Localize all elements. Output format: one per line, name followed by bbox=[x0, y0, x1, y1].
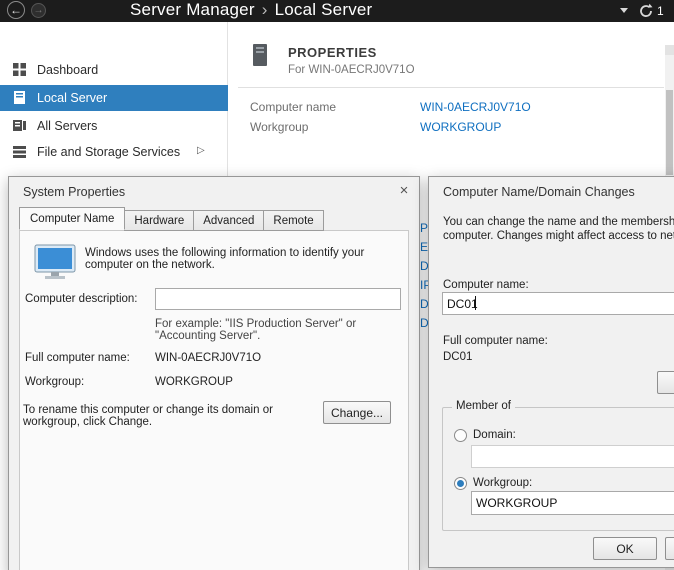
server-manager-window: ← → Server Manager › Local Server 1 Dashbo… bbox=[0, 0, 674, 570]
computer-name-label: Computer name bbox=[250, 100, 336, 114]
domain-radio[interactable] bbox=[454, 429, 467, 442]
server-icon bbox=[13, 91, 26, 107]
properties-panel-title: PROPERTIES bbox=[288, 45, 377, 60]
domain-radio-label: Domain: bbox=[473, 429, 516, 441]
back-button[interactable]: ← bbox=[7, 1, 25, 19]
properties-panel-subtitle: For WIN-0AECRJ0V71O bbox=[288, 64, 415, 76]
sidebar-item-dashboard[interactable]: Dashboard bbox=[0, 57, 228, 83]
full-computer-name-value: DC01 bbox=[443, 351, 472, 363]
forward-arrow-icon: → bbox=[34, 5, 44, 16]
notification-count[interactable]: 1 bbox=[657, 4, 664, 18]
workgroup-link[interactable]: WORKGROUP bbox=[420, 120, 501, 134]
page-title: Local Server bbox=[275, 0, 373, 19]
workgroup-radio[interactable] bbox=[454, 477, 467, 490]
tab-hardware[interactable]: Hardware bbox=[124, 210, 194, 231]
breadcrumb: Server Manager › Local Server bbox=[130, 0, 372, 20]
expand-arrow-icon[interactable]: ▷ bbox=[197, 145, 205, 156]
computer-name-input[interactable] bbox=[442, 292, 674, 315]
scroll-up-button[interactable] bbox=[665, 45, 674, 55]
dialog-title: Computer Name/Domain Changes bbox=[443, 185, 635, 199]
app-title: Server Manager bbox=[130, 0, 255, 19]
intro-text-line2: computer. Changes might affect access to… bbox=[443, 230, 674, 242]
workgroup-label: Workgroup bbox=[250, 120, 308, 134]
member-of-label: Member of bbox=[452, 400, 515, 412]
computer-description-label: Computer description: bbox=[25, 293, 138, 305]
workgroup-input[interactable] bbox=[471, 491, 674, 515]
chevron-down-icon[interactable] bbox=[620, 8, 628, 13]
dashboard-icon bbox=[13, 63, 26, 79]
tab-advanced[interactable]: Advanced bbox=[193, 210, 264, 231]
divider bbox=[238, 87, 664, 88]
ok-button[interactable]: OK bbox=[593, 537, 657, 560]
sidebar-item-label: File and Storage Services bbox=[37, 145, 180, 159]
intro-text-line1: You can change the name and the membersh… bbox=[443, 216, 674, 228]
cancel-button[interactable]: Cancel bbox=[665, 537, 674, 560]
full-computer-name-label: Full computer name: bbox=[443, 335, 548, 347]
refresh-icon[interactable] bbox=[638, 3, 654, 24]
rename-hint-text: To rename this computer or change its do… bbox=[23, 404, 275, 428]
dialog-title: System Properties bbox=[23, 185, 125, 199]
workgroup-radio-label: Workgroup: bbox=[473, 477, 532, 489]
computer-name-link[interactable]: WIN-0AECRJ0V71O bbox=[420, 100, 531, 114]
domain-input[interactable] bbox=[471, 445, 674, 468]
tab-computer-name[interactable]: Computer Name bbox=[19, 207, 125, 230]
computer-name-tab-panel bbox=[19, 230, 409, 570]
full-computer-name-label: Full computer name: bbox=[25, 352, 130, 364]
properties-tile-icon bbox=[252, 44, 268, 73]
sidebar-item-all-servers[interactable]: All Servers bbox=[0, 113, 228, 139]
close-icon[interactable]: × bbox=[393, 181, 415, 201]
sidebar-item-local-server[interactable]: Local Server bbox=[0, 85, 228, 111]
sidebar-item-file-storage-services[interactable]: File and Storage Services ▷ bbox=[0, 139, 228, 165]
workgroup-value: WORKGROUP bbox=[155, 376, 233, 388]
computer-name-label: Computer name: bbox=[443, 279, 529, 291]
sidebar-item-label: Local Server bbox=[37, 91, 107, 105]
example-text: For example: "IIS Production Server" or … bbox=[155, 318, 367, 342]
intro-text: Windows uses the following information t… bbox=[85, 247, 403, 271]
title-bar: ← → Server Manager › Local Server 1 bbox=[0, 0, 674, 22]
sidebar-item-label: Dashboard bbox=[37, 63, 98, 77]
system-properties-dialog: System Properties × Computer NameHardwar… bbox=[8, 176, 420, 570]
monitor-icon bbox=[33, 243, 77, 286]
computer-description-input[interactable] bbox=[155, 288, 401, 310]
workgroup-label: Workgroup: bbox=[25, 376, 84, 388]
forward-button[interactable]: → bbox=[31, 3, 46, 18]
scrollbar-thumb[interactable] bbox=[666, 90, 673, 175]
servers-icon bbox=[13, 119, 26, 135]
computer-name-domain-changes-dialog: Computer Name/Domain Changes You can cha… bbox=[428, 176, 674, 568]
storage-icon bbox=[13, 145, 26, 161]
change-button[interactable]: Change... bbox=[323, 401, 391, 424]
breadcrumb-separator: › bbox=[262, 0, 268, 19]
text-caret bbox=[475, 296, 476, 310]
sidebar-item-label: All Servers bbox=[37, 119, 97, 133]
tab-strip: Computer NameHardwareAdvancedRemote bbox=[19, 207, 323, 231]
back-arrow-icon: ← bbox=[10, 3, 22, 17]
full-computer-name-value: WIN-0AECRJ0V71O bbox=[155, 352, 261, 364]
tab-remote[interactable]: Remote bbox=[263, 210, 323, 231]
more-button[interactable]: More... bbox=[657, 371, 674, 394]
